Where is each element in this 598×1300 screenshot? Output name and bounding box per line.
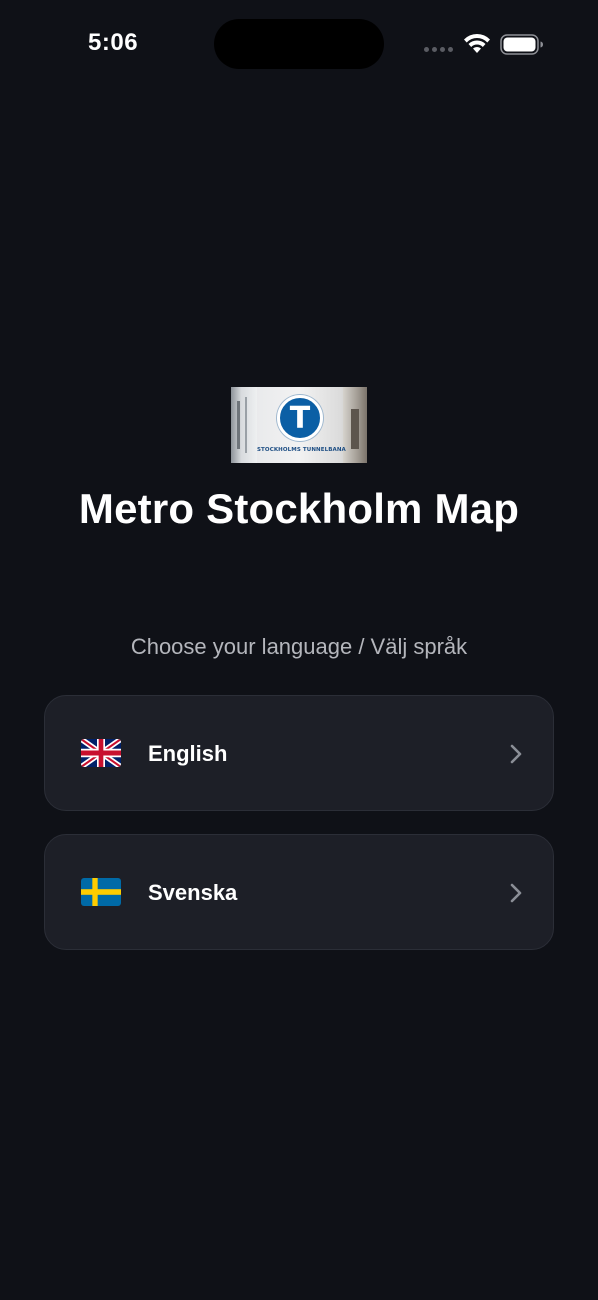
status-bar: 5:06 bbox=[0, 0, 598, 90]
language-selection-screen: 5:06 T STOCKHOLMS TUNNELBANA Metro Stock… bbox=[0, 0, 598, 1300]
wifi-icon bbox=[464, 33, 490, 53]
uk-flag-icon bbox=[81, 739, 121, 767]
sign-text: STOCKHOLMS TUNNELBANA bbox=[257, 447, 346, 453]
language-label-english: English bbox=[148, 741, 228, 766]
app-title: Metro Stockholm Map bbox=[78, 485, 520, 532]
battery-icon bbox=[500, 34, 543, 55]
language-option-english[interactable]: English bbox=[44, 695, 554, 811]
language-prompt: Choose your language / Välj språk bbox=[130, 634, 468, 659]
chevron-right-icon bbox=[510, 744, 522, 764]
stockholm-metro-logo: T STOCKHOLMS TUNNELBANA bbox=[231, 387, 367, 463]
status-time: 5:06 bbox=[88, 29, 139, 56]
chevron-right-icon bbox=[510, 883, 522, 903]
sweden-flag-icon bbox=[81, 878, 121, 906]
t-letter: T bbox=[289, 401, 311, 436]
language-option-swedish[interactable]: Svenska bbox=[44, 834, 554, 950]
tunnelbana-t-icon: T bbox=[277, 395, 323, 441]
language-label-swedish: Svenska bbox=[148, 880, 238, 905]
cellular-signal-icon bbox=[424, 47, 453, 52]
dynamic-island bbox=[214, 19, 384, 69]
